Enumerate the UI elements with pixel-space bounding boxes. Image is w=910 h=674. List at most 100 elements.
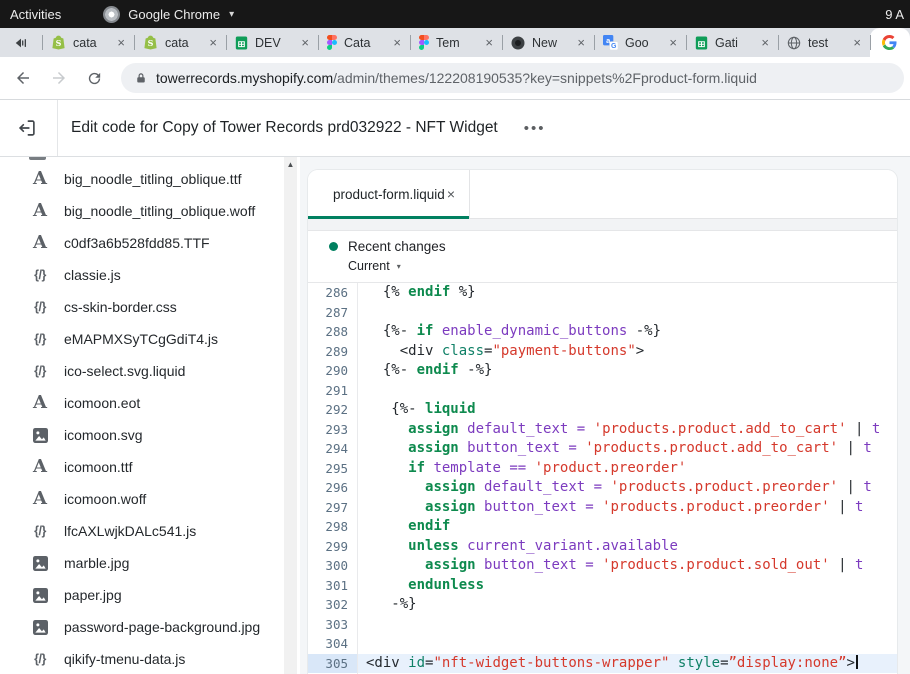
- code-line[interactable]: 297 assign button_text = 'products.produ…: [308, 498, 897, 518]
- header-divider: [57, 100, 58, 156]
- browser-tab[interactable]: DEV×: [226, 28, 318, 57]
- tab-close-icon[interactable]: ×: [393, 36, 401, 49]
- code-line[interactable]: 296 assign default_text = 'products.prod…: [308, 478, 897, 498]
- line-number: 287: [308, 303, 357, 323]
- code-line[interactable]: 302 -%}: [308, 595, 897, 615]
- file-item[interactable]: Aicomoon.woff: [0, 483, 300, 515]
- tab-close-icon[interactable]: ×: [209, 36, 217, 49]
- tab-close-icon[interactable]: ×: [669, 36, 677, 49]
- file-item[interactable]: Abig_noodle_titling_oblique.ttf: [0, 163, 300, 195]
- code-line[interactable]: 291: [308, 381, 897, 401]
- code-line[interactable]: 289 <div class="payment-buttons">: [308, 342, 897, 362]
- browser-tab[interactable]: Scata×: [42, 28, 134, 57]
- exit-code-editor-button[interactable]: [14, 115, 40, 141]
- activities-button[interactable]: Activities: [10, 7, 61, 22]
- app-menu[interactable]: Google Chrome ▾: [103, 6, 234, 23]
- code-line[interactable]: 304: [308, 634, 897, 654]
- code-text: <div id="nft-widget-buttons-wrapper" sty…: [357, 654, 858, 674]
- browser-tab[interactable]: Scata×: [134, 28, 226, 57]
- tab-title: Tem: [436, 36, 478, 50]
- tab-close-icon[interactable]: ×: [447, 186, 455, 202]
- file-name: big_noodle_titling_oblique.woff: [64, 203, 255, 219]
- code-line[interactable]: 305<div id="nft-widget-buttons-wrapper" …: [308, 654, 897, 674]
- back-button[interactable]: [14, 69, 32, 87]
- tab-close-icon[interactable]: ×: [577, 36, 585, 49]
- code-text: unless current_variant.available: [357, 537, 678, 557]
- sidebar-scrollbar[interactable]: ▲: [284, 157, 297, 674]
- code-line[interactable]: 288 {%- if enable_dynamic_buttons -%}: [308, 322, 897, 342]
- code-line[interactable]: 298 endif: [308, 517, 897, 537]
- recent-changes-panel: Recent changes Current ▾: [308, 231, 897, 283]
- tab-title: test: [808, 36, 846, 50]
- file-item[interactable]: {/}eMAPMXSyTCgGdiT4.js: [0, 323, 300, 355]
- file-item[interactable]: {/}qikify-tmenu-data.js: [0, 643, 300, 674]
- browser-tab[interactable]: New ×: [502, 28, 594, 57]
- file-item[interactable]: {/}classie.js: [0, 259, 300, 291]
- line-number: 288: [308, 322, 357, 342]
- code-text: {% endif %}: [357, 283, 476, 303]
- code-text: [357, 615, 366, 635]
- code-line[interactable]: 301 endunless: [308, 576, 897, 596]
- file-item[interactable]: {/}ico-select.svg.liquid: [0, 355, 300, 387]
- browser-tab[interactable]: aGGoo×: [594, 28, 686, 57]
- file-item[interactable]: {/}cs-skin-border.css: [0, 291, 300, 323]
- file-item[interactable]: Aicomoon.eot: [0, 387, 300, 419]
- scroll-up-icon[interactable]: ▲: [284, 157, 297, 172]
- screen: Activities Google Chrome ▾ 9 A Scata×Sca…: [0, 0, 910, 674]
- code-line[interactable]: 300 assign button_text = 'products.produ…: [308, 556, 897, 576]
- file-name: lfcAXLwjkDALc541.js: [64, 523, 196, 539]
- file-item[interactable]: icomoon.svg: [0, 419, 300, 451]
- file-item[interactable]: marble.jpg: [0, 547, 300, 579]
- tab-title: New: [532, 36, 570, 50]
- editor-tab[interactable]: product-form.liquid ×: [308, 170, 470, 218]
- tab-title: Goo: [625, 36, 662, 50]
- code-line[interactable]: 292 {%- liquid: [308, 400, 897, 420]
- browser-tab[interactable]: [870, 28, 910, 57]
- version-label: Current: [348, 259, 390, 273]
- forward-button[interactable]: [50, 69, 68, 87]
- more-options-button[interactable]: •••: [524, 120, 546, 137]
- figma-favicon-icon: [419, 35, 429, 50]
- browser-tab[interactable]: Tem ×: [410, 28, 502, 57]
- code-text: [357, 381, 366, 401]
- file-name: c0df3a6b528fdd85.TTF: [64, 235, 210, 251]
- browser-tab[interactable]: Gati×: [686, 28, 778, 57]
- tab-close-icon[interactable]: ×: [485, 36, 493, 49]
- reload-button[interactable]: [86, 70, 103, 87]
- file-name: icomoon.eot: [64, 395, 140, 411]
- code-line[interactable]: 303: [308, 615, 897, 635]
- version-dropdown[interactable]: Current ▾: [348, 259, 897, 273]
- code-editor[interactable]: 286 {% endif %}287288 {%- if enable_dyna…: [308, 283, 897, 674]
- browser-tab[interactable]: Cata ×: [318, 28, 410, 57]
- code-text: {%- endif -%}: [357, 361, 492, 381]
- url-text: towerrecords.myshopify.com/admin/themes/…: [156, 70, 757, 86]
- code-line[interactable]: 290 {%- endif -%}: [308, 361, 897, 381]
- file-item[interactable]: {/}lfcAXLwjkDALc541.js: [0, 515, 300, 547]
- code-line[interactable]: 294 assign button_text = 'products.produ…: [308, 439, 897, 459]
- chevron-down-icon: ▾: [397, 262, 401, 271]
- sheets-favicon-icon: [695, 36, 708, 50]
- line-number: 290: [308, 361, 357, 381]
- file-item[interactable]: password-page-background.jpg: [0, 611, 300, 643]
- browser-tab[interactable]: test ×: [778, 28, 870, 57]
- tab-close-icon[interactable]: ×: [853, 36, 861, 49]
- line-number: 296: [308, 478, 357, 498]
- code-line[interactable]: 295 if template == 'product.preorder': [308, 459, 897, 479]
- file-item[interactable]: paper.jpg: [0, 579, 300, 611]
- tab-close-icon[interactable]: ×: [761, 36, 769, 49]
- line-number: 301: [308, 576, 357, 596]
- tab-close-icon[interactable]: ×: [117, 36, 125, 49]
- code-line[interactable]: 299 unless current_variant.available: [308, 537, 897, 557]
- file-item[interactable]: Aicomoon.ttf: [0, 451, 300, 483]
- code-text: assign button_text = 'products.product.p…: [357, 498, 863, 518]
- browser-tabs: Scata×Scata×DEV×Cata×Tem×New×aGGoo×Gati×…: [42, 28, 910, 57]
- tab-close-icon[interactable]: ×: [301, 36, 309, 49]
- file-item[interactable]: Ac0df3a6b528fdd85.TTF: [0, 227, 300, 259]
- code-line[interactable]: 293 assign default_text = 'products.prod…: [308, 420, 897, 440]
- code-line[interactable]: 286 {% endif %}: [308, 283, 897, 303]
- code-file-icon: {/}: [29, 268, 51, 282]
- tab-title: Cata: [344, 36, 386, 50]
- address-bar[interactable]: towerrecords.myshopify.com/admin/themes/…: [121, 63, 904, 93]
- file-item[interactable]: Abig_noodle_titling_oblique.woff: [0, 195, 300, 227]
- code-line[interactable]: 287: [308, 303, 897, 323]
